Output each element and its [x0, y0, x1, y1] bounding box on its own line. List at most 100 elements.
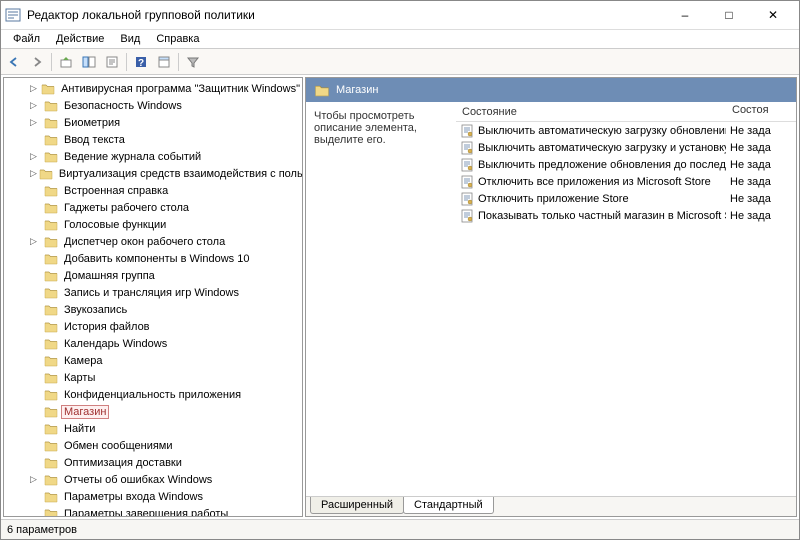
policy-state: Не зада	[726, 159, 786, 171]
properties-button[interactable]	[153, 51, 175, 73]
tree-item[interactable]: ▷Добавить компоненты в Windows 10	[4, 250, 302, 267]
column-state[interactable]: Состоя	[726, 102, 786, 121]
policy-icon	[460, 192, 474, 206]
tree-item[interactable]: ▷Звукозапись	[4, 301, 302, 318]
tree-item[interactable]: ▷Магазин	[4, 403, 302, 420]
show-hide-button[interactable]	[78, 51, 100, 73]
expand-icon[interactable]: ▷	[30, 168, 37, 179]
folder-icon	[44, 252, 58, 265]
tree-item[interactable]: ▷Биометрия	[4, 114, 302, 131]
forward-button[interactable]	[26, 51, 48, 73]
export-button[interactable]	[101, 51, 123, 73]
tree-item[interactable]: ▷История файлов	[4, 318, 302, 335]
tree-item[interactable]: ▷ Отчеты об ошибках Windows	[4, 471, 302, 488]
tree-item[interactable]: ▷Календарь Windows	[4, 335, 302, 352]
tree-item-label: Камера	[62, 355, 104, 367]
folder-icon	[44, 150, 58, 163]
menubar: Файл Действие Вид Справка	[1, 29, 799, 49]
policy-name: Отключить все приложения из Microsoft St…	[478, 176, 711, 188]
expand-icon[interactable]: ▷	[30, 100, 42, 111]
tree-item-label: Обмен сообщениями	[62, 440, 175, 452]
details-title: Магазин	[336, 84, 378, 96]
details-pane: Магазин Чтобы просмотреть описание элеме…	[305, 77, 797, 517]
list-row[interactable]: Показывать только частный магазин в Micr…	[456, 207, 796, 224]
tree-item-label: Отчеты об ошибках Windows	[62, 474, 214, 486]
policy-state: Не зада	[726, 210, 786, 222]
list-row[interactable]: Выключить автоматическую загрузку и уста…	[456, 139, 796, 156]
tree-item-label: Карты	[62, 372, 97, 384]
tree-item-label: Оптимизация доставки	[62, 457, 184, 469]
expand-icon[interactable]: ▷	[30, 474, 42, 485]
expand-icon[interactable]: ▷	[30, 151, 42, 162]
menu-action[interactable]: Действие	[48, 31, 112, 47]
folder-icon	[44, 422, 58, 435]
tab-extended[interactable]: Расширенный	[310, 497, 404, 514]
tree-item-label: Ввод текста	[62, 134, 127, 146]
tree-item[interactable]: ▷Виртуализация средств взаимодействия с …	[4, 165, 302, 182]
tree-item[interactable]: ▷Ведение журнала событий	[4, 148, 302, 165]
folder-icon	[44, 473, 58, 486]
help-button[interactable]: ?	[130, 51, 152, 73]
column-name[interactable]: Состояние	[456, 102, 726, 121]
tree-item[interactable]: ▷Домашняя группа	[4, 267, 302, 284]
policy-list[interactable]: Выключить автоматическую загрузку обновл…	[456, 122, 796, 496]
tree-item-label: Голосовые функции	[62, 219, 168, 231]
tree-item-label: История файлов	[62, 321, 152, 333]
minimize-button[interactable]: ‒	[663, 1, 707, 29]
list-header[interactable]: Состояние Состоя	[456, 102, 796, 122]
up-button[interactable]	[55, 51, 77, 73]
tree-item-label: Антивирусная программа "Защитник Windows…	[59, 83, 302, 95]
list-row[interactable]: Отключить приложение StoreНе зада	[456, 190, 796, 207]
tree-item[interactable]: ▷Параметры входа Windows	[4, 488, 302, 505]
folder-icon	[44, 303, 58, 316]
folder-icon	[44, 456, 58, 469]
tree-item[interactable]: ▷Ввод текста	[4, 131, 302, 148]
tree-item[interactable]: ▷Найти	[4, 420, 302, 437]
maximize-button[interactable]: □	[707, 1, 751, 29]
status-text: 6 параметров	[7, 524, 77, 536]
tree-item-label: Найти	[62, 423, 97, 435]
list-row[interactable]: Выключить автоматическую загрузку обновл…	[456, 122, 796, 139]
policy-name: Показывать только частный магазин в Micr…	[478, 210, 726, 222]
tree-item[interactable]: ▷Встроенная справка	[4, 182, 302, 199]
list-row[interactable]: Выключить предложение обновления до посл…	[456, 156, 796, 173]
statusbar: 6 параметров	[1, 519, 799, 539]
tree-item[interactable]: ▷ Антивирусная программа "Защитник Window…	[4, 80, 302, 97]
tree-item[interactable]: ▷Голосовые функции	[4, 216, 302, 233]
tree-item[interactable]: ▷Камера	[4, 352, 302, 369]
tree-item-label: Магазин	[62, 406, 108, 418]
folder-icon	[44, 269, 58, 282]
tree-item-label: Добавить компоненты в Windows 10	[62, 253, 251, 265]
tree-item[interactable]: ▷Обмен сообщениями	[4, 437, 302, 454]
tree-item[interactable]: ▷Запись и трансляция игр Windows	[4, 284, 302, 301]
tree-view[interactable]: ▷ Антивирусная программа "Защитник Window…	[4, 78, 302, 516]
expand-icon[interactable]: ▷	[30, 236, 42, 247]
expand-icon[interactable]: ▷	[30, 83, 39, 94]
expand-icon[interactable]: ▷	[30, 117, 42, 128]
list-row[interactable]: Отключить все приложения из Microsoft St…	[456, 173, 796, 190]
menu-file[interactable]: Файл	[5, 31, 48, 47]
tree-item[interactable]: ▷Безопасность Windows	[4, 97, 302, 114]
folder-icon	[44, 184, 58, 197]
tree-item-label: Звукозапись	[62, 304, 129, 316]
tree-item[interactable]: ▷Оптимизация доставки	[4, 454, 302, 471]
tree-item[interactable]: ▷Гаджеты рабочего стола	[4, 199, 302, 216]
tab-standard[interactable]: Стандартный	[403, 497, 494, 514]
policy-name: Отключить приложение Store	[478, 193, 629, 205]
tree-item[interactable]: ▷Диспетчер окон рабочего стола	[4, 233, 302, 250]
tree-item-label: Гаджеты рабочего стола	[62, 202, 191, 214]
menu-view[interactable]: Вид	[112, 31, 148, 47]
tree-item[interactable]: ▷Параметры завершения работы	[4, 505, 302, 516]
tree-item[interactable]: ▷Карты	[4, 369, 302, 386]
folder-icon	[44, 388, 58, 401]
policy-name: Выключить автоматическую загрузку и уста…	[478, 142, 726, 154]
tree-item[interactable]: ▷Конфиденциальность приложения	[4, 386, 302, 403]
folder-icon	[44, 371, 58, 384]
folder-icon	[44, 133, 58, 146]
folder-icon	[44, 235, 58, 248]
policy-icon	[460, 175, 474, 189]
close-button[interactable]: ✕	[751, 1, 795, 29]
back-button[interactable]	[3, 51, 25, 73]
filter-button[interactable]	[182, 51, 204, 73]
menu-help[interactable]: Справка	[148, 31, 207, 47]
